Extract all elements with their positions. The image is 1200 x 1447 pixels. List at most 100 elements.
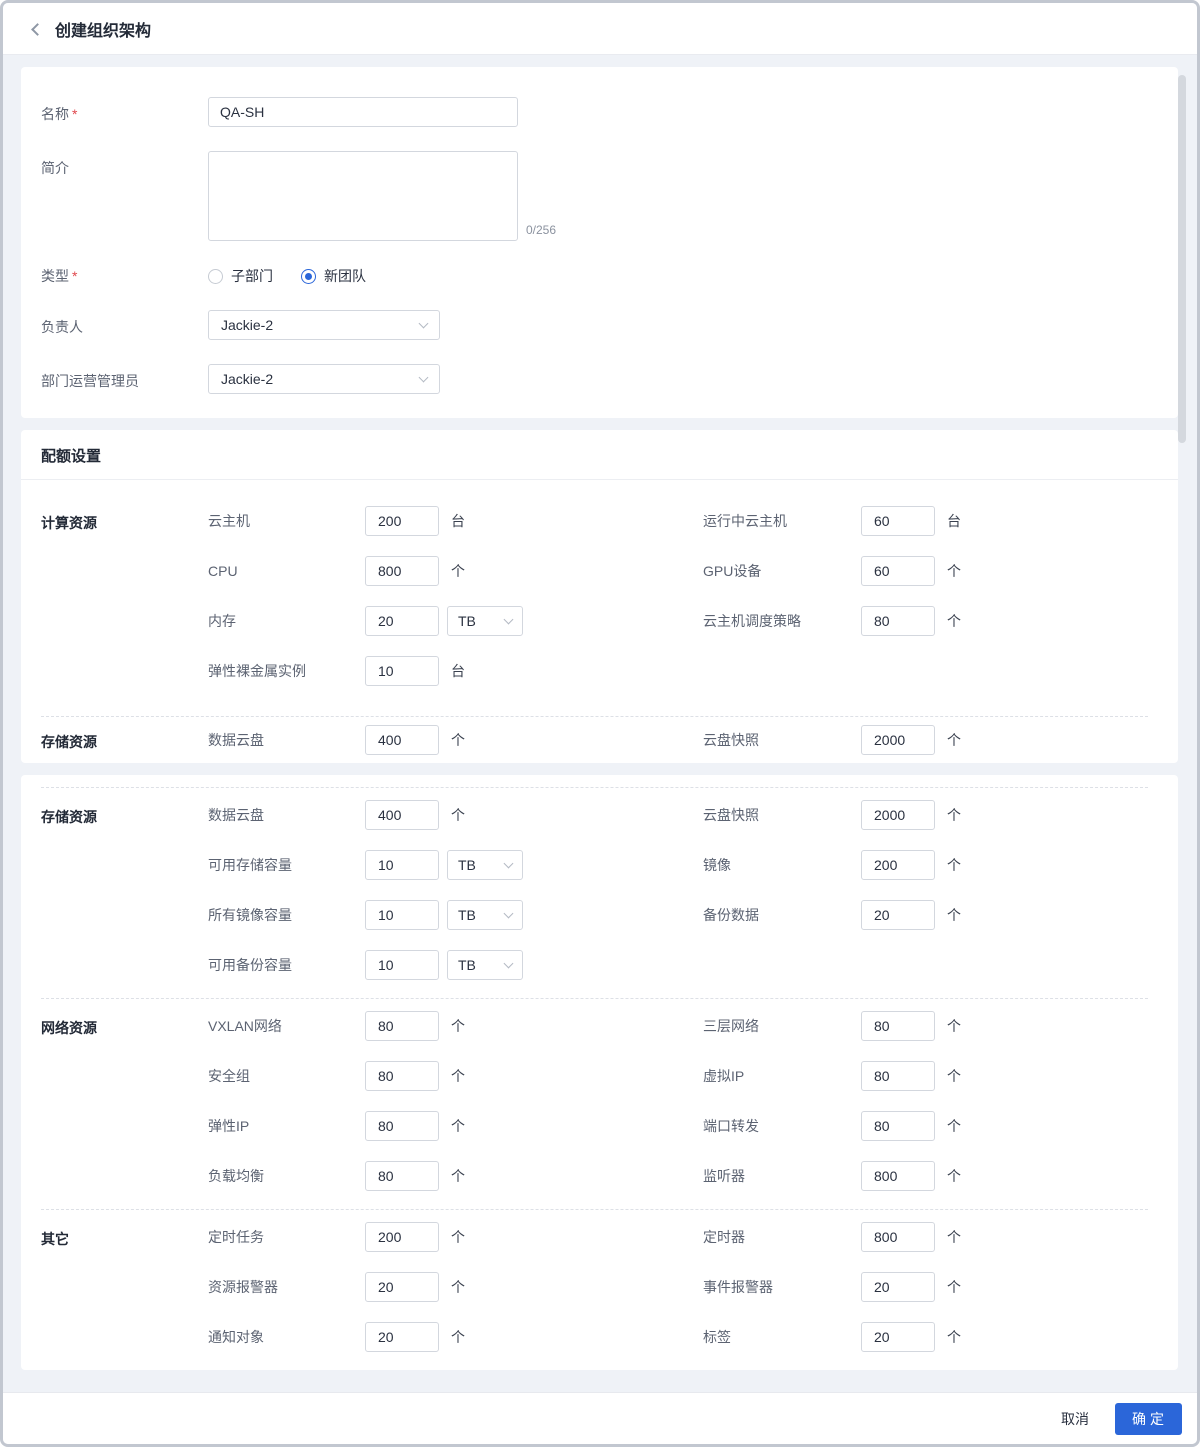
quota-field-label: 通知对象	[208, 1329, 264, 1345]
unit-label: 个	[451, 1229, 465, 1245]
quota-value-input[interactable]	[861, 1011, 935, 1041]
quota-value-input[interactable]	[365, 556, 439, 586]
quota-value-input[interactable]	[365, 506, 439, 536]
chevron-down-icon	[503, 858, 514, 869]
radio-label[interactable]: 新团队	[324, 266, 366, 286]
quota-value-input[interactable]	[365, 1061, 439, 1091]
quota-groups-container: 存储资源数据云盘个云盘快照个可用存储容量TB镜像个所有镜像容量TB备份数据个可用…	[41, 787, 1148, 1370]
owner-select[interactable]: Jackie-2	[208, 310, 440, 340]
quota-value-input[interactable]	[861, 725, 935, 755]
quota-value-input[interactable]	[365, 1161, 439, 1191]
quota-settings-card: 配额设置 计算资源云主机台运行中云主机台CPU个GPU设备个内存TB云主机调度策…	[21, 430, 1178, 763]
intro-label: 简介	[41, 160, 69, 176]
cancel-button[interactable]: 取消	[1049, 1403, 1101, 1435]
radio-checked-icon[interactable]	[301, 268, 316, 284]
unit-label: 个	[451, 1329, 465, 1345]
unit-label: 个	[947, 613, 961, 629]
quota-cell: 备份数据 个	[703, 900, 961, 930]
quota-value-input[interactable]	[861, 556, 935, 586]
unit-select[interactable]: TB	[447, 950, 523, 980]
type-radio-group: 子部门 新团队	[208, 265, 366, 286]
unit-label: 个	[947, 1118, 961, 1134]
quota-value-input[interactable]	[861, 1061, 935, 1091]
admin-row: 部门运营管理员 Jackie-2	[41, 364, 1148, 394]
quota-field-label: 可用存储容量	[208, 857, 292, 873]
quota-row: 可用存储容量 TB 镜像 个	[208, 850, 1148, 880]
quota-value-input[interactable]	[861, 850, 935, 880]
quota-value-input[interactable]	[861, 1111, 935, 1141]
quota-value-input[interactable]	[861, 800, 935, 830]
quota-group: 其它定时任务个定时器个资源报警器个事件报警器个通知对象个标签个	[41, 1210, 1148, 1370]
admin-select[interactable]: Jackie-2	[208, 364, 440, 394]
quota-value-input[interactable]	[861, 1161, 935, 1191]
quota-value-input[interactable]	[861, 1322, 935, 1352]
unit-label: 个	[451, 1018, 465, 1034]
quota-row: 数据云盘 个 云盘快照 个	[208, 725, 1148, 755]
radio-option-newteam[interactable]: 新团队	[301, 266, 366, 286]
quota-field-label: 标签	[703, 1329, 731, 1345]
quota-field-label: 云主机调度策略	[703, 613, 801, 629]
required-asterisk: *	[72, 268, 78, 284]
quota-settings-card-continued: 存储资源数据云盘个云盘快照个可用存储容量TB镜像个所有镜像容量TB备份数据个可用…	[21, 775, 1178, 1370]
quota-row: 可用备份容量 TB	[208, 950, 1148, 980]
quota-row: 负载均衡 个 监听器 个	[208, 1161, 1148, 1191]
type-row: 类型 * 子部门 新团队	[41, 265, 1148, 286]
radio-unchecked-icon[interactable]	[208, 268, 223, 284]
quota-value-input[interactable]	[861, 606, 935, 636]
quota-group-title: 计算资源	[41, 515, 97, 531]
quota-row: CPU 个 GPU设备 个	[208, 556, 1148, 586]
quota-value-input[interactable]	[365, 1111, 439, 1141]
quota-field-label: 端口转发	[703, 1118, 759, 1134]
quota-value-input[interactable]	[365, 800, 439, 830]
name-input[interactable]	[208, 97, 518, 127]
quota-field-label: 虚拟IP	[703, 1068, 745, 1084]
radio-option-subdepartment[interactable]: 子部门	[208, 266, 273, 286]
intro-textarea[interactable]	[208, 151, 518, 241]
owner-label: 负责人	[41, 319, 83, 335]
quota-cell: 可用存储容量 TB	[208, 850, 703, 880]
quota-value-input[interactable]	[861, 1272, 935, 1302]
quota-value-input[interactable]	[861, 1222, 935, 1252]
unit-label: 个	[451, 1118, 465, 1134]
quota-value-input[interactable]	[365, 950, 439, 980]
quota-group-title: 其它	[41, 1231, 69, 1247]
unit-label: 个	[451, 807, 465, 823]
quota-value-input[interactable]	[365, 850, 439, 880]
quota-value-input[interactable]	[365, 606, 439, 636]
quota-value-input[interactable]	[365, 900, 439, 930]
quota-cell: 可用备份容量 TB	[208, 950, 703, 980]
radio-label[interactable]: 子部门	[231, 266, 273, 286]
quota-field-label: 数据云盘	[208, 807, 264, 823]
quota-cell: 安全组 个	[208, 1061, 703, 1091]
quota-row: 通知对象 个 标签 个	[208, 1322, 1148, 1352]
quota-cell: 运行中云主机 台	[703, 506, 961, 536]
confirm-button[interactable]: 确定	[1115, 1402, 1182, 1435]
quota-value-input[interactable]	[861, 900, 935, 930]
name-label-text: 名称	[41, 106, 69, 122]
unit-select[interactable]: TB	[447, 850, 523, 880]
quota-field-label: 安全组	[208, 1068, 250, 1084]
quota-field-label: 资源报警器	[208, 1279, 278, 1295]
unit-select[interactable]: TB	[447, 606, 523, 636]
quota-value-input[interactable]	[365, 1011, 439, 1041]
owner-row: 负责人 Jackie-2	[41, 310, 1148, 340]
quota-section-title: 配额设置	[41, 448, 102, 465]
quota-value-input[interactable]	[365, 1222, 439, 1252]
unit-select-value: TB	[458, 613, 476, 629]
back-icon[interactable]	[31, 22, 44, 36]
scrollbar-thumb[interactable]	[1178, 75, 1186, 443]
quota-cell: 镜像 个	[703, 850, 961, 880]
unit-label: 个	[947, 807, 961, 823]
quota-value-input[interactable]	[365, 656, 439, 686]
quota-field-label: 云盘快照	[703, 732, 759, 748]
unit-select[interactable]: TB	[447, 900, 523, 930]
footer-bar: 取消 确定	[3, 1392, 1197, 1444]
quota-value-input[interactable]	[365, 1322, 439, 1352]
quota-rows: 定时任务个定时器个资源报警器个事件报警器个通知对象个标签个	[208, 1222, 1148, 1352]
quota-field-label: 监听器	[703, 1168, 745, 1184]
unit-label: 个	[947, 1068, 961, 1084]
quota-value-input[interactable]	[365, 725, 439, 755]
quota-value-input[interactable]	[861, 506, 935, 536]
quota-cell: 内存 TB	[208, 606, 703, 636]
quota-value-input[interactable]	[365, 1272, 439, 1302]
